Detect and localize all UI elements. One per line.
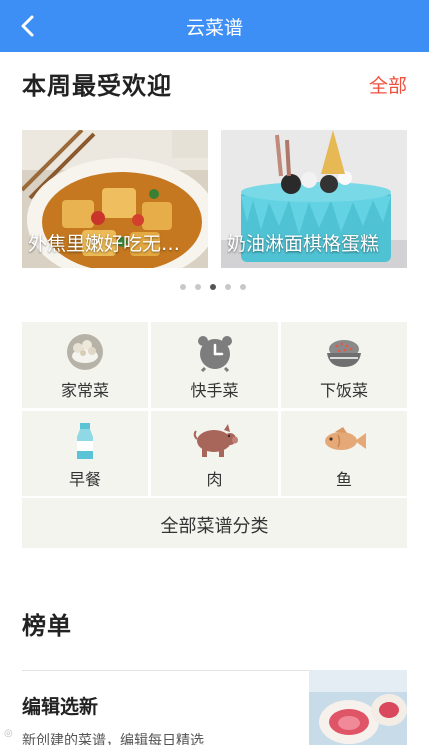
- category-label: 快手菜: [190, 381, 239, 400]
- recipe-carousel[interactable]: 外焦里嫩好吃无… 奶油淋面棋格蛋糕: [22, 130, 407, 268]
- milk-bottle-icon: [77, 423, 93, 459]
- fish-icon: [325, 427, 366, 450]
- pagination-dot[interactable]: [180, 284, 186, 290]
- view-all-link[interactable]: 全部: [369, 71, 407, 98]
- category-meat[interactable]: 肉: [151, 411, 278, 496]
- category-breakfast[interactable]: 早餐: [22, 411, 148, 496]
- carousel-slide[interactable]: 外焦里嫩好吃无…: [22, 130, 208, 268]
- home-dish-icon: [67, 334, 103, 370]
- slide-caption: 外焦里嫩好吃无…: [28, 233, 181, 255]
- ranking-item-subtitle: 新创建的菜谱，编辑每日精选: [22, 733, 204, 745]
- pig-icon: [193, 424, 238, 457]
- slide-caption: 奶油淋面棋格蛋糕: [227, 233, 380, 255]
- pagination-dot-active[interactable]: [210, 284, 216, 290]
- carousel-slide[interactable]: 奶油淋面棋格蛋糕: [221, 130, 407, 268]
- all-categories-label: 全部菜谱分类: [160, 516, 269, 537]
- all-categories-button[interactable]: 全部菜谱分类: [22, 498, 407, 548]
- top-bar: 云菜谱: [0, 0, 429, 52]
- rice-bowl-icon: [327, 340, 361, 367]
- ranking-item-title: 编辑选新: [22, 696, 99, 718]
- watermark-icon: ◎: [4, 728, 13, 739]
- category-label: 下饭菜: [319, 381, 368, 400]
- category-label: 早餐: [68, 470, 101, 489]
- section-title-weekly: 本周最受欢迎: [22, 72, 172, 100]
- category-label: 鱼: [335, 470, 352, 489]
- alarm-clock-icon: [197, 336, 232, 372]
- dessert-photo-image: [309, 670, 407, 745]
- category-grid: 家常菜 快手菜 下饭菜 早餐 肉 鱼 全部菜谱分类: [22, 322, 407, 548]
- page-title: 云菜谱: [185, 17, 243, 39]
- pagination-dot[interactable]: [195, 284, 201, 290]
- section-title-ranking: 榜单: [22, 612, 72, 640]
- category-label: 家常菜: [60, 381, 109, 400]
- ranking-item-thumbnail: [309, 670, 407, 745]
- carousel-pagination: [180, 284, 250, 290]
- category-label: 肉: [206, 470, 223, 489]
- category-home-dish[interactable]: 家常菜: [22, 322, 148, 408]
- pagination-dot[interactable]: [240, 284, 246, 290]
- category-quick-dish[interactable]: 快手菜: [151, 322, 278, 408]
- category-fish[interactable]: 鱼: [281, 411, 407, 496]
- pagination-dot[interactable]: [225, 284, 231, 290]
- category-rice-dish[interactable]: 下饭菜: [281, 322, 407, 408]
